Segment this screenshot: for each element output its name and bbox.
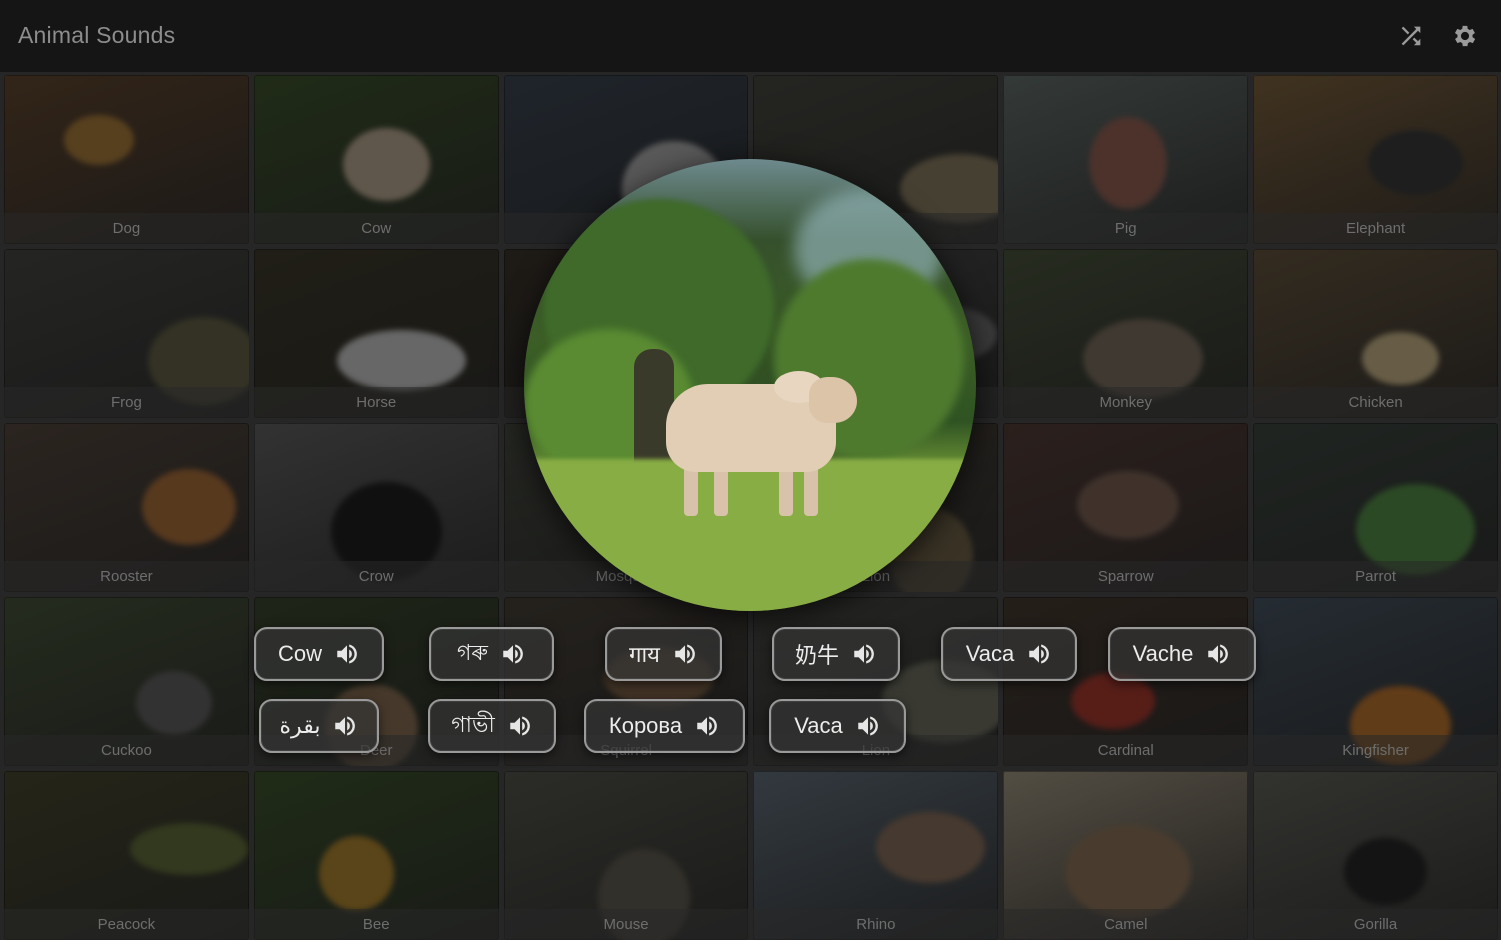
translation-text: गाय (629, 642, 660, 667)
animal-label: Horse (253, 387, 499, 418)
animal-label: Dog (4, 213, 249, 244)
speaker-icon (672, 641, 698, 667)
animal-label: Rhino (753, 909, 999, 940)
animal-label: Elephant (1253, 213, 1498, 244)
animal-tile[interactable]: Dog (4, 75, 249, 244)
animal-label: Kingfisher (1253, 735, 1498, 766)
animal-tile[interactable]: Cuckoo (4, 597, 249, 766)
animal-tile[interactable]: Parrot (1253, 423, 1498, 592)
animal-label: Bee (253, 909, 499, 940)
speaker-icon (1026, 641, 1052, 667)
speaker-icon (855, 713, 881, 739)
animal-label: Peacock (4, 909, 249, 940)
animal-tile[interactable]: Bee (253, 771, 499, 940)
translation-chip[interactable]: Vache (1108, 627, 1256, 681)
animal-tile[interactable]: Pig (1003, 75, 1249, 244)
animal-tile[interactable]: Camel (1003, 771, 1249, 940)
animal-tile[interactable]: Kingfisher (1253, 597, 1498, 766)
animal-tile[interactable]: Rhino (753, 771, 999, 940)
animal-tile[interactable]: Peacock (4, 771, 249, 940)
animal-tile[interactable]: Horse (253, 249, 499, 418)
translation-chip[interactable]: 奶牛 (772, 627, 900, 681)
shuffle-icon[interactable] (1397, 22, 1425, 50)
animal-label: Mouse (503, 909, 749, 940)
animal-label: Cuckoo (4, 735, 249, 766)
animal-tile[interactable]: Sparrow (1003, 423, 1249, 592)
translation-chip[interactable]: গৰু (429, 627, 554, 681)
translation-chip[interactable]: Корова (584, 699, 745, 753)
speaker-icon (851, 641, 877, 667)
animal-tile[interactable]: Cardinal (1003, 597, 1249, 766)
animal-tile[interactable]: Monkey (1003, 249, 1249, 418)
speaker-icon (694, 713, 720, 739)
animal-tile[interactable]: Rooster (4, 423, 249, 592)
animal-tile[interactable]: Elephant (1253, 75, 1498, 244)
gear-icon[interactable] (1451, 22, 1479, 50)
animal-label: Chicken (1253, 387, 1498, 418)
animal-label: Cow (253, 213, 499, 244)
translation-text: بقرة (279, 713, 321, 738)
translation-text: 奶牛 (794, 643, 839, 668)
animal-label: Monkey (1003, 387, 1249, 418)
translation-chip[interactable]: Vaca (941, 627, 1077, 681)
translation-text: Vache (1132, 641, 1194, 666)
animal-label: Parrot (1253, 561, 1498, 592)
translation-chip[interactable]: Vaca (769, 699, 906, 753)
app-bar: Animal Sounds (0, 0, 1501, 72)
animal-label: Crow (253, 561, 499, 592)
speaker-icon (1205, 641, 1231, 667)
animal-label: Cardinal (1003, 735, 1249, 766)
translation-chip[interactable]: Cow (254, 627, 384, 681)
translation-chip[interactable]: गाय (605, 627, 722, 681)
animal-tile[interactable]: Cow (253, 75, 499, 244)
animal-tile[interactable]: Mouse (503, 771, 749, 940)
animal-tile[interactable]: Gorilla (1253, 771, 1498, 940)
app-title: Animal Sounds (18, 22, 176, 48)
translation-chip[interactable]: بقرة (259, 699, 379, 753)
animal-label: Gorilla (1253, 909, 1498, 940)
animal-label: Rooster (4, 561, 249, 592)
speaker-icon (507, 713, 533, 739)
translation-text: Vaca (794, 713, 843, 738)
translation-text: গৰু (457, 639, 488, 665)
animal-label: Pig (1003, 213, 1249, 244)
speaker-icon (334, 641, 360, 667)
featured-animal-photo[interactable] (524, 159, 976, 611)
speaker-icon (500, 641, 526, 667)
speaker-icon (332, 713, 358, 739)
animal-tile[interactable]: Frog (4, 249, 249, 418)
translation-text: Vaca (965, 641, 1015, 666)
translation-text: গাভী (451, 711, 495, 737)
cow-head (809, 377, 857, 423)
animal-label: Frog (4, 387, 249, 418)
translation-text: Корова (608, 713, 683, 738)
animal-label: Camel (1003, 909, 1249, 940)
translation-text: Cow (277, 641, 322, 666)
animal-tile[interactable]: Chicken (1253, 249, 1498, 418)
animal-label: Sparrow (1003, 561, 1249, 592)
translation-chip[interactable]: গাভী (428, 699, 556, 753)
photo-grass (524, 459, 976, 611)
animal-tile[interactable]: Crow (253, 423, 499, 592)
